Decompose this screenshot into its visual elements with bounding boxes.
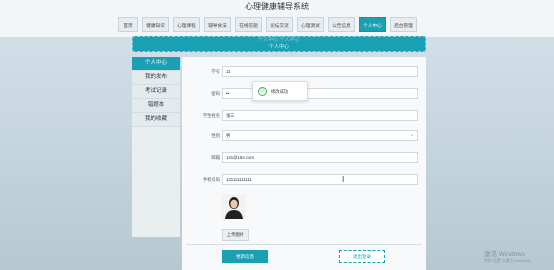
main-nav: 首页 健康知识 心理课程 辅导食法 在线答题 论坛交流 心理测试 公告信息 个人中心 后台管理 — [118, 17, 417, 32]
chevron-down-icon: ⌄ — [409, 132, 414, 138]
sidebar: 个人中心 我的发布 考试记录 错题本 我的收藏 — [132, 57, 180, 237]
page-banner: 个人中心 个人中心 个人中心 — [132, 36, 426, 52]
row-name: 学生姓名 张三 — [182, 110, 426, 122]
nav-item-3[interactable]: 辅导食法 — [204, 17, 231, 32]
row-gender: 性别 男 ⌄ — [182, 130, 426, 142]
success-icon: ☺ — [258, 87, 267, 96]
top-bar: 心理健康辅导系统 首页 健康知识 心理课程 辅导食法 在线答题 论坛交流 心理测试 公告信息个… — [0, 0, 554, 37]
banner-title: 个人中心 — [268, 44, 289, 50]
label-gender: 性别 — [211, 133, 220, 138]
banner-subtitle: 个人中心 个人中心 — [258, 37, 300, 43]
divider — [186, 244, 422, 245]
success-toast: ☺ 修改成功 — [252, 81, 308, 101]
sidebar-item-favorites[interactable]: 我的收藏 — [132, 113, 180, 127]
nav-item-4[interactable]: 在线答题 — [235, 17, 262, 32]
sidebar-item-wrong-questions[interactable]: 错题本 — [132, 99, 180, 113]
nav-item-8[interactable]: 个人中心 — [359, 17, 386, 32]
sidebar-header[interactable]: 个人中心 — [132, 57, 180, 71]
phone-input[interactable]: 131111111111 — [222, 174, 418, 185]
toast-message: 修改成功 — [271, 89, 289, 94]
label-email: 邮箱 — [211, 155, 220, 160]
nav-item-7[interactable]: 公告信息 — [328, 17, 355, 32]
label-phone: 手机号码 — [202, 177, 220, 182]
avatar — [222, 194, 246, 219]
windows-activation-watermark: 激活 Windows 转到“设置”以激活 Windows。 — [484, 248, 533, 264]
email-input[interactable]: 131@163.com — [222, 152, 418, 163]
label-password: 密码 — [211, 91, 220, 96]
text-cursor-icon: I — [342, 175, 345, 184]
upload-image-button[interactable]: 上传图片 — [222, 229, 249, 241]
row-phone: 手机号码 131111111111 — [182, 174, 426, 186]
update-info-button[interactable]: 更新信息 — [222, 250, 268, 263]
watermark-title: 激活 Windows — [484, 251, 526, 258]
label-name: 学生姓名 — [202, 113, 220, 118]
logout-button[interactable]: 退出登录 — [339, 250, 385, 263]
nav-item-5[interactable]: 论坛交流 — [266, 17, 293, 32]
nav-item-6[interactable]: 心理测试 — [297, 17, 324, 32]
gender-select[interactable]: 男 ⌄ — [222, 130, 418, 141]
sidebar-item-exam-records[interactable]: 考试记录 — [132, 85, 180, 99]
row-student-id: 学号 11 — [182, 66, 426, 78]
name-input[interactable]: 张三 — [222, 110, 418, 121]
row-email: 邮箱 131@163.com — [182, 152, 426, 164]
student-id-input[interactable]: 11 — [222, 66, 418, 77]
sidebar-item-my-posts[interactable]: 我的发布 — [132, 71, 180, 85]
nav-item-1[interactable]: 健康知识 — [142, 17, 169, 32]
nav-item-0[interactable]: 首页 — [118, 17, 138, 32]
site-title: 心理健康辅导系统 — [245, 2, 309, 11]
nav-item-9[interactable]: 后台管理 — [390, 17, 417, 32]
label-student-id: 学号 — [211, 69, 220, 74]
nav-item-2[interactable]: 心理课程 — [173, 17, 200, 32]
watermark-subtitle: 转到“设置”以激活 Windows。 — [484, 259, 534, 263]
gender-selected-value: 男 — [226, 133, 231, 138]
